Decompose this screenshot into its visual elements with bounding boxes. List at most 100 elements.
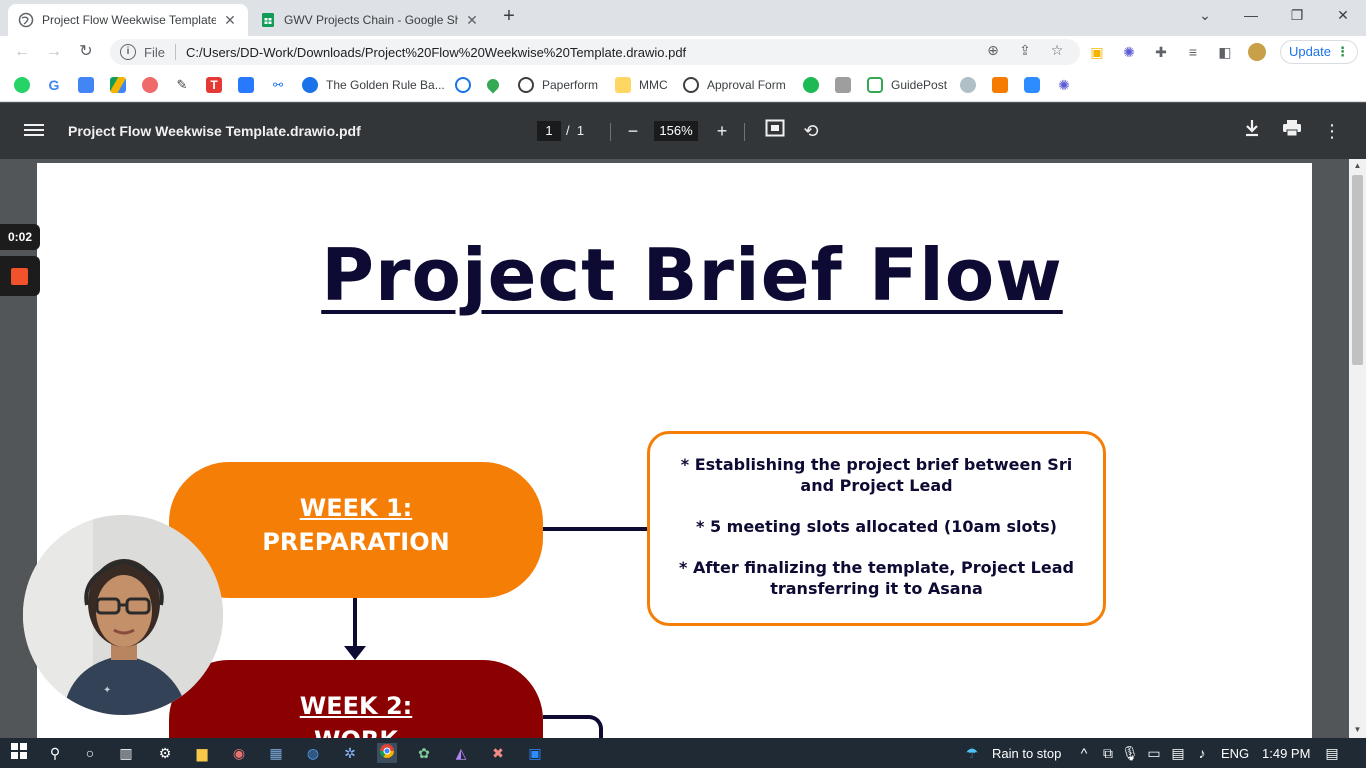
back-icon[interactable]: ← [10, 40, 34, 64]
calculator-icon[interactable]: ▦ [266, 743, 286, 763]
download-icon[interactable] [1240, 119, 1264, 143]
extension-camera-icon[interactable]: ▣ [1088, 43, 1106, 61]
url-text[interactable]: C:/Users/DD-Work/Downloads/Project%20Flo… [186, 45, 686, 60]
fit-page-icon[interactable] [763, 119, 787, 143]
week2-label: WEEK 2: [299, 692, 413, 720]
microphone-icon[interactable]: 🎙 [1120, 743, 1140, 763]
arrow-head [344, 646, 366, 660]
new-tab-icon[interactable]: + [498, 6, 520, 28]
total-pages: 1 [576, 123, 585, 138]
bookmark-guidepost[interactable]: GuidePost [867, 76, 947, 94]
bookmark-label: Paperform [542, 78, 599, 92]
app-tray-icon[interactable]: ⧉ [1098, 743, 1118, 763]
network-icon[interactable]: ▤ [1168, 743, 1188, 763]
address-bar[interactable]: i File C:/Users/DD-Work/Downloads/Projec… [110, 39, 1080, 65]
bookmark-asterisk[interactable]: ✺ [1056, 76, 1072, 94]
settings-gear-icon[interactable]: ⚙ [155, 743, 175, 763]
close-window-icon[interactable]: ✕ [1320, 0, 1366, 30]
more-options-icon[interactable]: ⋮ [1320, 119, 1344, 143]
zoom-icon[interactable]: ⊕ [984, 41, 1002, 59]
clock-time[interactable]: 1:49 PM [1262, 746, 1310, 761]
zoom-in-icon[interactable]: + [710, 119, 734, 143]
side-panel-icon[interactable]: ◧ [1216, 43, 1234, 61]
bookmark-mmc[interactable]: MMC [615, 76, 668, 94]
update-button[interactable]: Update ⋮ [1280, 40, 1358, 64]
minimize-icon[interactable]: — [1228, 0, 1274, 30]
rotate-icon[interactable]: ⟲ [799, 119, 823, 143]
zoom-level-input[interactable]: 156% [654, 121, 698, 141]
folder-icon [615, 77, 631, 93]
notifications-icon[interactable]: ▤ [1322, 743, 1342, 763]
app-icon[interactable]: ✲ [340, 743, 360, 763]
bookmark-orange[interactable] [992, 76, 1008, 94]
vertical-scrollbar[interactable]: ▲ ▼ [1349, 159, 1366, 738]
bookmark-star-icon[interactable]: ☆ [1048, 41, 1066, 59]
password-manager-icon[interactable]: ◍ [303, 743, 323, 763]
bookmark-drive[interactable] [110, 76, 126, 94]
zoom-out-icon[interactable]: − [621, 119, 645, 143]
extensions-puzzle-icon[interactable]: ✚ [1152, 43, 1170, 61]
task-view-icon[interactable]: ▥ [116, 743, 136, 763]
weather-rain-icon[interactable]: ☂ [962, 743, 982, 763]
divider [174, 44, 176, 60]
protocol-label: File [144, 44, 165, 60]
bookmark-asana[interactable] [142, 76, 158, 94]
scroll-down-icon[interactable]: ▼ [1352, 725, 1363, 734]
tab-search-icon[interactable]: ⌄ [1182, 0, 1228, 30]
close-tab-icon[interactable]: ✕ [464, 12, 480, 29]
bookmark-1password[interactable] [455, 76, 471, 94]
print-icon[interactable] [1280, 119, 1304, 143]
bookmark-edit[interactable] [238, 76, 254, 94]
forward-icon[interactable]: → [42, 40, 66, 64]
show-hidden-icons-icon[interactable]: ^ [1074, 743, 1094, 763]
extension-asterisk-icon[interactable]: ✺ [1120, 43, 1138, 61]
site-info-icon[interactable]: i [120, 44, 136, 60]
bookmark-paperform[interactable]: Paperform [518, 76, 598, 94]
bookmark-link[interactable]: ⚯ [270, 76, 286, 94]
scrollbar-thumb[interactable] [1352, 175, 1363, 365]
webcam-bubble[interactable]: ✦ [23, 515, 223, 715]
file-explorer-icon[interactable]: ▆ [192, 743, 212, 763]
close-tab-icon[interactable]: ✕ [222, 12, 238, 29]
battery-icon[interactable]: ▭ [1144, 743, 1164, 763]
search-icon[interactable]: ⚲ [45, 743, 65, 763]
weather-text[interactable]: Rain to stop [992, 746, 1061, 761]
tab-pdf[interactable]: Project Flow Weekwise Template.drawio.pd… [8, 4, 248, 36]
stop-recording-button[interactable] [0, 256, 40, 296]
tab-title: GWV Projects Chain - Google Sheets [284, 13, 458, 27]
bookmark-notes[interactable] [835, 76, 851, 94]
bookmark-maps[interactable] [484, 76, 502, 94]
app-icon[interactable]: ◭ [451, 743, 471, 763]
language-indicator[interactable]: ENG [1221, 746, 1249, 761]
bookmark-calendar[interactable] [78, 76, 94, 94]
bookmark-pen[interactable]: ✎ [174, 76, 190, 94]
app-icon[interactable]: ✖ [488, 743, 508, 763]
scroll-up-icon[interactable]: ▲ [1352, 161, 1363, 170]
bookmark-golden-rule[interactable]: The Golden Rule Ba... [302, 76, 445, 94]
maximize-icon[interactable]: ❐ [1274, 0, 1320, 30]
media-control-icon[interactable]: ≡ [1184, 43, 1202, 61]
windows-start-icon[interactable] [9, 743, 29, 763]
browser-tab-strip: Project Flow Weekwise Template.drawio.pd… [0, 0, 1366, 36]
reload-icon[interactable]: ↻ [74, 40, 98, 64]
tab-google-sheets[interactable]: GWV Projects Chain - Google Sheets ✕ [250, 4, 490, 36]
bookmark-approval-form[interactable]: Approval Form [683, 76, 786, 94]
page-number-input[interactable]: 1 [537, 121, 561, 141]
bookmark-robot[interactable] [960, 76, 976, 94]
app-icon[interactable]: ◉ [229, 743, 249, 763]
share-icon[interactable]: ⇪ [1016, 41, 1034, 59]
cortana-icon[interactable]: ○ [80, 743, 100, 763]
zoom-video-icon[interactable]: ▣ [525, 743, 545, 763]
menu-icon[interactable] [24, 121, 44, 141]
bookmark-whatsapp[interactable] [14, 76, 30, 94]
app-orange-icon [992, 77, 1008, 93]
chrome-icon[interactable] [377, 743, 397, 763]
volume-icon[interactable]: ♪ [1192, 743, 1212, 763]
robot-icon [960, 77, 976, 93]
bookmark-t[interactable]: T [206, 76, 222, 94]
bookmark-spotify[interactable] [803, 76, 819, 94]
profile-avatar[interactable] [1248, 43, 1266, 61]
app-icon[interactable]: ✿ [414, 743, 434, 763]
bookmark-google[interactable]: G [46, 76, 62, 94]
bookmark-zoom[interactable] [1024, 76, 1040, 94]
